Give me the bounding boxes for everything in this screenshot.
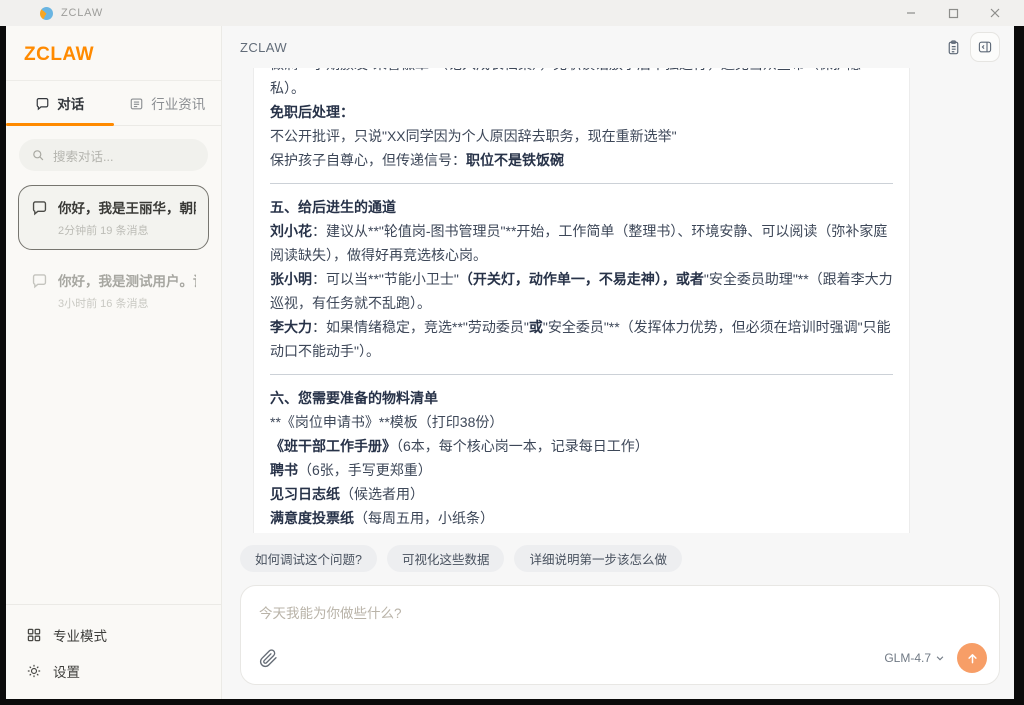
divider bbox=[270, 374, 893, 375]
divider bbox=[270, 183, 893, 184]
message-paragraph: 张小明：可以当**"节能小卫士"（开关灯，动作单一，不易走神），或者"安全委员助… bbox=[270, 267, 893, 315]
chat-list-item[interactable]: 你好，我是测试用户。请确... 3小时前 16 条消息 bbox=[18, 258, 209, 323]
message-paragraph: 保护孩子自尊心，但传递信号：职位不是铁饭碗 bbox=[270, 148, 893, 172]
chat-meta: 2分钟前 19 条消息 bbox=[58, 222, 196, 238]
chat-scroll-area[interactable]: 做满一学期颁发"荣誉徽章"（记入成长档案），免职谈话放学后单独进行，避免当众宣布… bbox=[222, 68, 1014, 533]
copy-transcript-button[interactable] bbox=[945, 39, 962, 56]
message-paragraph: 李大力：如果情绪稳定，竞选**"劳动委员"或"安全委员"**（发挥体力优势，但必… bbox=[270, 315, 893, 363]
tab-conversations[interactable]: 对话 bbox=[6, 81, 114, 125]
assistant-message: 做满一学期颁发"荣誉徽章"（记入成长档案），免职谈话放学后单独进行，避免当众宣布… bbox=[270, 68, 893, 533]
message-paragraph: 聘书（6张，手写更郑重） bbox=[270, 458, 893, 482]
chat-bubble-icon bbox=[31, 272, 48, 294]
chat-title: 你好，我是王丽华，朝阳区... bbox=[58, 197, 196, 217]
chevron-down-icon bbox=[935, 653, 945, 663]
assistant-message-card: 做满一学期颁发"荣誉徽章"（记入成长档案），免职谈话放学后单独进行，避免当众宣布… bbox=[253, 68, 910, 533]
window-title: ZCLAW bbox=[61, 7, 103, 19]
chat-meta: 3小时前 16 条消息 bbox=[58, 295, 196, 311]
side-panel-icon bbox=[977, 39, 993, 55]
model-selector[interactable]: GLM-4.7 bbox=[884, 651, 945, 665]
message-paragraph: **《岗位申请书》**模板（打印38份） bbox=[270, 410, 893, 434]
sidebar-tabs: 对话 行业资讯 bbox=[6, 81, 221, 126]
toggle-panel-button[interactable] bbox=[970, 32, 1000, 62]
message-paragraph: 满意度投票纸（每周五用，小纸条） bbox=[270, 506, 893, 530]
chat-bubble-icon bbox=[35, 96, 50, 111]
message-paragraph: 六、您需要准备的物料清单 bbox=[270, 386, 893, 410]
suggestion-chip[interactable]: 如何调试这个问题? bbox=[240, 545, 377, 572]
message-paragraph: 不公开批评，只说"XX同学因为个人原因辞去职务，现在重新选举" bbox=[270, 124, 893, 148]
message-paragraph: 见习日志纸（候选者用） bbox=[270, 482, 893, 506]
minimize-button[interactable] bbox=[894, 2, 928, 24]
suggestion-chip[interactable]: 详细说明第一步该怎么做 bbox=[514, 545, 682, 572]
search-placeholder: 搜索对话... bbox=[53, 146, 113, 165]
news-icon bbox=[129, 96, 144, 111]
pro-mode-label: 专业模式 bbox=[53, 625, 107, 645]
model-label: GLM-4.7 bbox=[884, 651, 931, 665]
clipboard-icon bbox=[945, 39, 962, 56]
message-paragraph: 《班干部工作手册》（6本，每个核心岗一本，记录每日工作） bbox=[270, 434, 893, 458]
message-input[interactable]: 今天我能为你做些什么? bbox=[259, 602, 402, 622]
search-input[interactable]: 搜索对话... bbox=[19, 139, 208, 171]
arrow-up-icon bbox=[965, 651, 980, 666]
composer: 今天我能为你做些什么? GLM-4.7 bbox=[240, 585, 1000, 685]
settings-label: 设置 bbox=[53, 661, 80, 681]
attach-file-button[interactable] bbox=[259, 649, 278, 668]
message-paragraph: 五、给后进生的通道 bbox=[270, 195, 893, 219]
chat-bubble-icon bbox=[31, 199, 48, 221]
message-paragraph: 刘小花：建议从**"轮值岗-图书管理员"**开始，工作简单（整理书）、环境安静、… bbox=[270, 219, 893, 267]
pro-mode-button[interactable]: 专业模式 bbox=[6, 617, 221, 653]
sidebar: ZCLAW 对话 行业资讯 搜索对话... 你好，我是王丽华，朝阳区... 2分钟… bbox=[6, 26, 222, 699]
main-header: ZCLAW bbox=[222, 26, 1014, 68]
window-titlebar: ZCLAW bbox=[0, 0, 1024, 26]
gear-icon bbox=[26, 663, 42, 679]
grid-icon bbox=[26, 627, 42, 643]
tab-industry-news[interactable]: 行业资讯 bbox=[114, 81, 222, 125]
tab-label: 对话 bbox=[57, 93, 84, 113]
search-icon bbox=[31, 148, 45, 162]
main-area: ZCLAW 做满一学期颁发"荣誉徽章"（记入成长档案），免职谈话放学后单独进行，… bbox=[222, 26, 1014, 699]
chat-list: 你好，我是王丽华，朝阳区... 2分钟前 19 条消息你好，我是测试用户。请确..… bbox=[6, 177, 221, 604]
app-logo-icon bbox=[40, 7, 53, 20]
message-paragraph: 做满一学期颁发"荣誉徽章"（记入成长档案），免职谈话放学后单独进行，避免当众宣布… bbox=[270, 68, 893, 100]
chat-title: 你好，我是测试用户。请确... bbox=[58, 270, 196, 290]
brand-logo: ZCLAW bbox=[6, 26, 221, 80]
close-button[interactable] bbox=[978, 2, 1012, 24]
app-window: ZCLAW 对话 行业资讯 搜索对话... 你好，我是王丽华，朝阳区... 2分钟… bbox=[6, 26, 1014, 699]
tab-label: 行业资讯 bbox=[151, 93, 205, 113]
paperclip-icon bbox=[259, 649, 278, 668]
suggestion-chip[interactable]: 可视化这些数据 bbox=[387, 545, 505, 572]
sidebar-footer: 专业模式 设置 bbox=[6, 604, 221, 699]
send-button[interactable] bbox=[957, 643, 987, 673]
settings-button[interactable]: 设置 bbox=[6, 653, 221, 689]
page-title: ZCLAW bbox=[240, 40, 287, 55]
suggestion-chips: 如何调试这个问题? 可视化这些数据详细说明第一步该怎么做 bbox=[222, 533, 1014, 572]
message-paragraph: 免职后处理： bbox=[270, 100, 893, 124]
chat-list-item[interactable]: 你好，我是王丽华，朝阳区... 2分钟前 19 条消息 bbox=[18, 185, 209, 250]
maximize-button[interactable] bbox=[936, 2, 970, 24]
